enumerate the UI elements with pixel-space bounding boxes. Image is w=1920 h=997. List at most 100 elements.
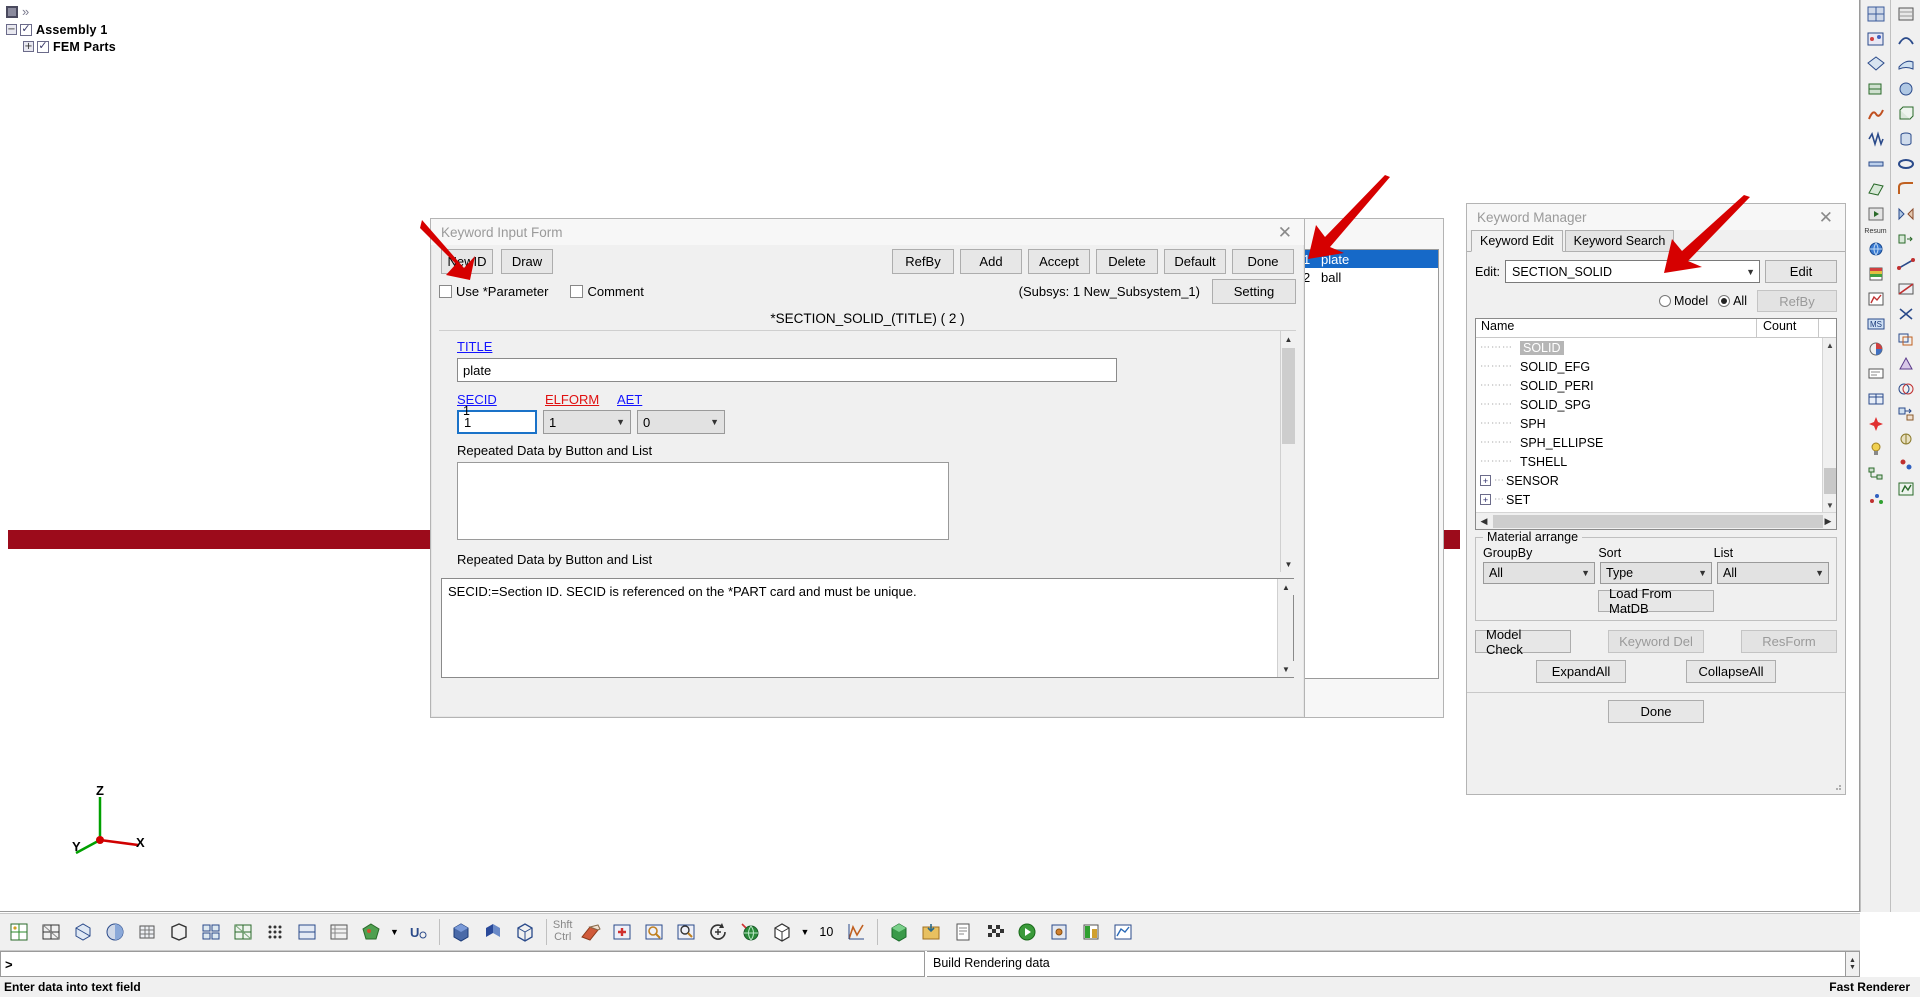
done-button[interactable]: Done (1232, 248, 1294, 274)
elform-select[interactable]: 1 ▼ (543, 410, 631, 434)
table-icon[interactable] (1864, 388, 1888, 410)
title-input[interactable]: plate (457, 358, 1117, 382)
color-by-part-icon[interactable] (356, 917, 386, 947)
fill-icon[interactable] (1894, 353, 1918, 375)
expand-icon[interactable]: + (1480, 494, 1491, 505)
trim-icon[interactable] (1894, 303, 1918, 325)
keyword-manager-titlebar[interactable]: Keyword Manager ✕ (1467, 204, 1845, 230)
morph-icon[interactable] (1894, 228, 1918, 250)
zoom-in-icon[interactable] (639, 917, 669, 947)
chevron-up-icon[interactable]: ▲ (1823, 338, 1836, 352)
chevron-right-icon[interactable]: » (22, 4, 29, 19)
annotation-icon[interactable] (1864, 363, 1888, 385)
chevron-down-icon[interactable]: ▼ (1823, 498, 1836, 512)
chevron-up-icon[interactable]: ▲ (1849, 957, 1856, 964)
element-tool-icon[interactable] (1864, 53, 1888, 75)
list-item[interactable]: 1 plate (1300, 250, 1438, 268)
zoom-window-icon[interactable] (671, 917, 701, 947)
surface-icon[interactable] (1894, 53, 1918, 75)
command-input[interactable]: > (0, 951, 925, 977)
eraser-icon[interactable] (575, 917, 605, 947)
tree-view-icon[interactable] (1864, 463, 1888, 485)
expand-all-button[interactable]: ExpandAll (1536, 660, 1626, 683)
keyword-input-form-titlebar[interactable]: Keyword Input Form ✕ (431, 219, 1304, 245)
dyna-tool-icon[interactable] (1894, 478, 1918, 500)
import-icon[interactable] (916, 917, 946, 947)
solid-mesh-icon[interactable] (1864, 78, 1888, 100)
accept-button[interactable]: Accept (1028, 248, 1090, 274)
checkbox-box[interactable] (570, 284, 584, 298)
burst-icon[interactable] (1864, 413, 1888, 435)
use-parameter-checkbox[interactable]: Use *Parameter (439, 284, 548, 299)
color-palette-icon[interactable] (1864, 338, 1888, 360)
project-icon[interactable] (1894, 403, 1918, 425)
km-refby-button[interactable]: RefBy (1757, 290, 1837, 312)
tree-row[interactable]: ⋯⋯⋯ SPH (1476, 414, 1836, 433)
settings-panel-icon[interactable] (1044, 917, 1074, 947)
radio-dot-selected[interactable] (1718, 295, 1731, 307)
tree-row[interactable]: ⋯⋯⋯ SOLID_EFG (1476, 357, 1836, 376)
edit-button[interactable]: Edit (1765, 260, 1837, 283)
resize-grip-icon[interactable] (1832, 781, 1842, 791)
tree-row[interactable]: + ⋯ SET (1476, 490, 1836, 509)
offset-icon[interactable] (1894, 328, 1918, 350)
globe-view-icon[interactable] (1864, 238, 1888, 260)
secid-label[interactable]: SECID (457, 392, 545, 407)
expand-icon[interactable]: + (1480, 475, 1491, 486)
rotate-icon[interactable] (703, 917, 733, 947)
aet-select[interactable]: 0 ▼ (637, 410, 725, 434)
mesh-view-icon[interactable] (132, 917, 162, 947)
close-icon[interactable]: ✕ (1813, 209, 1839, 226)
fem-parts-checkbox[interactable]: ✓ (37, 40, 49, 53)
curve-icon[interactable] (1894, 28, 1918, 50)
message-scroll-spinner[interactable]: ▲ ▼ (1846, 951, 1860, 977)
edge-display-icon[interactable] (292, 917, 322, 947)
radio-all[interactable]: All (1718, 294, 1747, 308)
solid-box-icon[interactable] (446, 917, 476, 947)
shaded-view-icon[interactable] (100, 917, 130, 947)
kif-vertical-scrollbar[interactable]: ▲ ▼ (1280, 331, 1296, 572)
resume-icon[interactable] (1864, 203, 1888, 225)
chevron-left-icon[interactable]: ◀ (1476, 514, 1492, 529)
close-icon[interactable]: ✕ (1272, 224, 1298, 241)
radio-model[interactable]: Model (1659, 294, 1708, 308)
spotweld-icon[interactable] (1894, 453, 1918, 475)
tab-keyword-edit[interactable]: Keyword Edit (1471, 230, 1563, 252)
node-edit-icon[interactable] (1864, 28, 1888, 50)
expand-icon[interactable]: + (23, 41, 34, 52)
contour-icon[interactable] (1864, 103, 1888, 125)
mesh-grid-icon[interactable] (1864, 3, 1888, 25)
comment-checkbox[interactable]: Comment (570, 284, 644, 299)
radio-dot[interactable] (1659, 295, 1672, 307)
chevron-down-icon[interactable]: ▼ (1815, 568, 1824, 578)
sort-select[interactable]: Type ▼ (1600, 562, 1712, 584)
tab-keyword-search[interactable]: Keyword Search (1564, 230, 1675, 251)
half-box-icon[interactable] (478, 917, 508, 947)
model-check-button[interactable]: Model Check (1475, 627, 1571, 657)
scatter-icon[interactable] (1864, 488, 1888, 510)
tree-row[interactable]: ⋯⋯⋯ SOLID_PERI (1476, 376, 1836, 395)
tree-row[interactable]: ⋯⋯⋯ TSHELL (1476, 452, 1836, 471)
chevron-down-icon[interactable]: ▼ (1698, 568, 1707, 578)
delete-button[interactable]: Delete (1096, 248, 1158, 274)
checkbox-box[interactable] (439, 284, 452, 298)
tree-vertical-scrollbar[interactable]: ▲ ▼ (1822, 338, 1836, 512)
new-model-icon[interactable] (4, 917, 34, 947)
keyword-del-button[interactable]: Keyword Del (1608, 630, 1704, 653)
elform-label[interactable]: ELFORM (545, 392, 617, 407)
tree-row[interactable]: ⋯⋯⋯ SOLID (1476, 338, 1836, 357)
tree-row[interactable]: + ⋯ SENSOR (1476, 471, 1836, 490)
tree-item-fem-parts[interactable]: + ✓ FEM Parts (6, 38, 116, 55)
groupby-select[interactable]: All ▼ (1483, 562, 1595, 584)
element-quality-icon[interactable] (228, 917, 258, 947)
scrollbar-track[interactable] (1492, 514, 1823, 528)
refby-button[interactable]: RefBy (892, 248, 954, 274)
measure-icon[interactable] (1894, 253, 1918, 275)
colorbar-icon[interactable] (1076, 917, 1106, 947)
checkerboard-icon[interactable] (980, 917, 1010, 947)
ms-icon[interactable]: MS (1864, 313, 1888, 335)
cube-icon[interactable] (1894, 103, 1918, 125)
step-count[interactable]: 10 (813, 925, 839, 939)
chevron-down-icon[interactable]: ▼ (1278, 661, 1294, 677)
chevron-down-icon[interactable]: ▼ (1581, 568, 1590, 578)
